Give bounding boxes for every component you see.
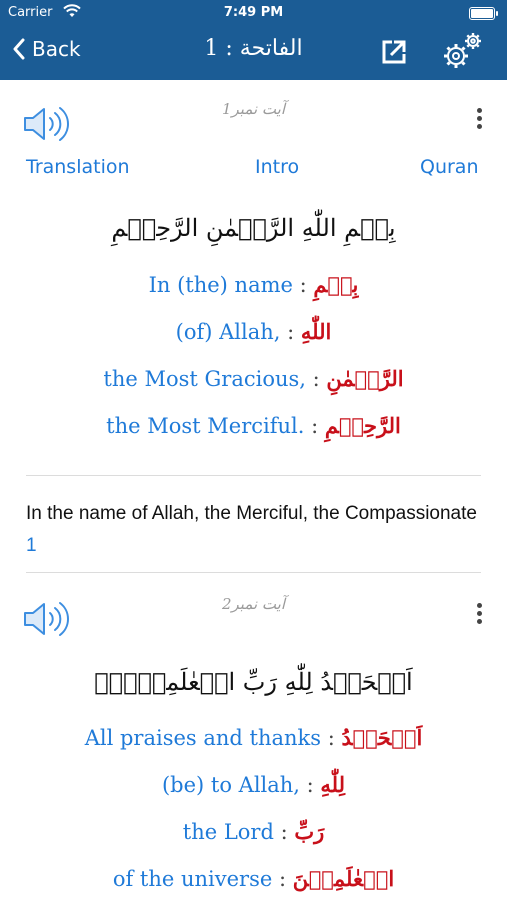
- status-time: 7:49 PM: [223, 5, 284, 20]
- word-english: of the universe: [112, 867, 273, 891]
- tab-translation[interactable]: Translation: [26, 156, 130, 178]
- word-arabic: الۡعٰلَمِيۡنَ: [292, 866, 395, 891]
- battery-icon: [469, 7, 498, 20]
- verse-number-label: آیت نمبر2: [221, 595, 286, 613]
- divider: [26, 475, 481, 476]
- word-english: (of) Allah,: [175, 320, 281, 344]
- word-arabic: لِلّٰهِ: [320, 772, 346, 797]
- speaker-icon[interactable]: [22, 104, 70, 148]
- word-arabic: الرَّحۡمٰنِ: [326, 366, 404, 391]
- divider: [26, 572, 481, 573]
- word-row: (be) to Allah, : لِلّٰهِ: [161, 772, 346, 797]
- word-arabic: بِسۡمِ: [313, 272, 359, 297]
- speaker-icon[interactable]: [22, 599, 70, 643]
- word-row: (of) Allah, : اللّٰهِ: [175, 319, 332, 344]
- settings-gear-icon[interactable]: [440, 30, 486, 76]
- nav-bar: Back الفاتحة : 1: [0, 30, 507, 76]
- word-row: In (the) name : بِسۡمِ: [148, 272, 359, 297]
- footnote-link[interactable]: 1: [26, 535, 37, 556]
- more-vertical-icon[interactable]: [472, 603, 486, 627]
- share-icon[interactable]: [380, 38, 408, 70]
- verse-number-label: آیت نمبر1: [221, 100, 286, 118]
- word-english: the Lord: [182, 820, 274, 844]
- page-title: الفاتحة : 1: [204, 36, 303, 61]
- word-arabic: اللّٰهِ: [300, 319, 332, 344]
- tab-intro[interactable]: Intro: [255, 156, 299, 178]
- word-row: of the universe : الۡعٰلَمِيۡنَ: [112, 866, 395, 891]
- word-english: (be) to Allah,: [161, 773, 300, 797]
- word-english: All praises and thanks: [84, 726, 322, 750]
- word-arabic: الرَّحِيۡمِ: [324, 413, 401, 438]
- verse-arabic: بِسۡمِ اللّٰهِ الرَّحۡمٰنِ الرَّحِيۡمِ: [111, 214, 396, 242]
- word-english: the Most Merciful.: [106, 414, 305, 438]
- word-arabic: اَلۡحَمۡدُ: [341, 725, 423, 750]
- word-arabic: رَبِّ: [294, 819, 325, 844]
- more-vertical-icon[interactable]: [472, 108, 486, 132]
- verse-translation: In the name of Allah, the Merciful, the …: [26, 498, 486, 562]
- header: Carrier 7:49 PM Back الفاتحة : 1: [0, 0, 507, 80]
- translation-text: In the name of Allah, the Merciful, the …: [26, 503, 477, 524]
- verse-arabic: اَلۡحَمۡدُ لِلّٰهِ رَبِّ الۡعٰلَمِيۡنَۙ: [94, 668, 413, 696]
- tab-bar: Translation Intro Quran: [0, 156, 507, 182]
- word-row: the Most Gracious, : الرَّحۡمٰنِ: [103, 366, 404, 391]
- word-row: All praises and thanks : اَلۡحَمۡدُ: [84, 725, 423, 750]
- status-bar: Carrier 7:49 PM: [0, 4, 507, 24]
- word-row: the Most Merciful. : الرَّحِيۡمِ: [106, 413, 401, 438]
- word-row: the Lord : رَبِّ: [182, 819, 325, 844]
- tab-quran[interactable]: Quran: [420, 156, 479, 178]
- word-english: the Most Gracious,: [103, 367, 306, 391]
- word-english: In (the) name: [148, 273, 293, 297]
